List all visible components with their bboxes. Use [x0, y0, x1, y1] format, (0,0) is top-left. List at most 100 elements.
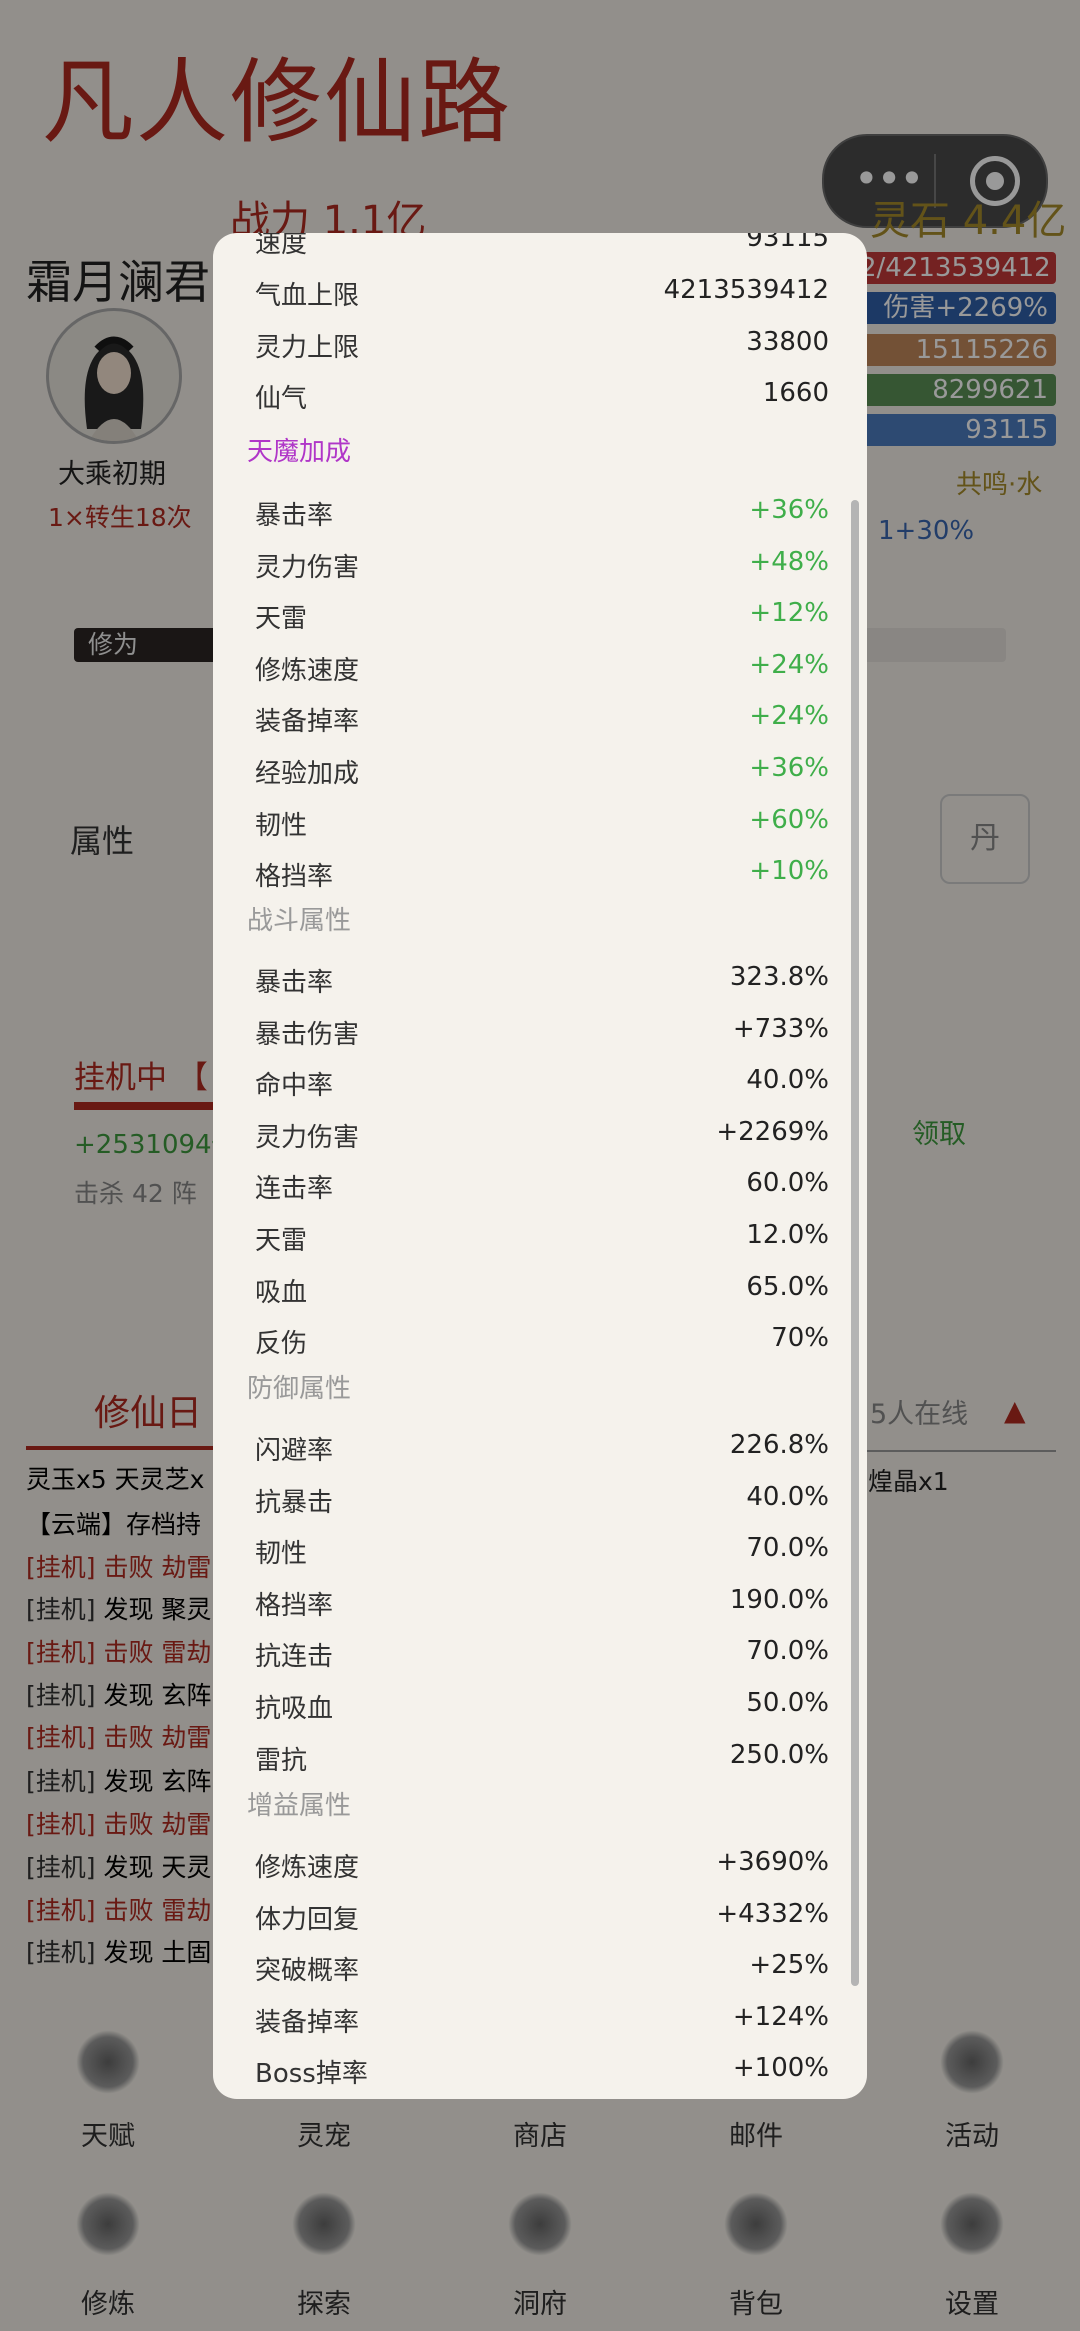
stat-name: Boss掉率	[255, 2059, 368, 2089]
stat-row: 修炼速度 +24%	[255, 640, 829, 690]
stat-value: +124%	[732, 2002, 829, 2032]
stat-name: 修炼速度	[255, 1853, 360, 1883]
stat-name: 灵力伤害	[255, 553, 360, 583]
stat-value: +4332%	[716, 1899, 829, 1929]
stat-name: 气血上限	[255, 281, 360, 311]
stat-name: 命中率	[255, 1071, 334, 1101]
stat-name: 抗吸血	[255, 1694, 334, 1724]
stat-row: 格挡率 190.0%	[255, 1575, 829, 1625]
stat-name: 反伤	[255, 1329, 308, 1359]
stat-row: 闪避率 226.8%	[255, 1420, 829, 1470]
attribute-detail-modal: 速度 93115 气血上限 4213539412 灵力上限 33800 仙气 1…	[213, 233, 867, 2099]
stat-value: +3690%	[716, 1847, 829, 1877]
stat-row: 格挡率 +10%	[255, 846, 829, 896]
stat-name: 抗暴击	[255, 1488, 334, 1518]
stat-value: 40.0%	[746, 1065, 829, 1095]
stat-name: 韧性	[255, 1539, 308, 1569]
stat-value: 12.0%	[746, 1220, 829, 1250]
stat-name: 韧性	[255, 811, 308, 841]
stat-value: +10%	[749, 856, 829, 886]
stat-value: 70.0%	[746, 1636, 829, 1666]
stat-name: 暴击伤害	[255, 1020, 360, 1050]
stat-row: 灵力伤害 +2269%	[255, 1107, 829, 1157]
stat-name: 吸血	[255, 1278, 308, 1308]
stat-value: 226.8%	[729, 1430, 829, 1460]
stat-row: 气血上限 4213539412	[255, 265, 829, 315]
stat-row: 命中率 40.0%	[255, 1055, 829, 1105]
stat-row: 暴击伤害 +733%	[255, 1004, 829, 1054]
stat-row: 韧性 70.0%	[255, 1523, 829, 1573]
stat-row: 灵力上限 33800	[255, 317, 829, 367]
stat-value: +24%	[749, 701, 829, 731]
stat-name: 天雷	[255, 1226, 308, 1256]
stat-name: 修炼速度	[255, 656, 360, 686]
stat-value: 65.0%	[746, 1272, 829, 1302]
stat-name: 格挡率	[255, 862, 334, 892]
stat-value: 190.0%	[729, 1585, 829, 1615]
stat-value: +100%	[732, 2053, 829, 2083]
stat-name: 雷抗	[255, 1746, 308, 1776]
stat-value: 33800	[746, 327, 829, 357]
stat-row: 反伤 70%	[255, 1313, 829, 1363]
stat-value: +25%	[749, 1950, 829, 1980]
stat-row: 突破概率 +25%	[255, 1940, 829, 1990]
stat-value: +2269%	[716, 1117, 829, 1147]
stat-row: 天雷 12.0%	[255, 1210, 829, 1260]
stat-name: 天雷	[255, 604, 308, 634]
stat-row: 暴击率 +36%	[255, 485, 829, 535]
section-title: 战斗属性	[247, 906, 352, 936]
stat-name: 抗连击	[255, 1642, 334, 1672]
stat-name: 暴击率	[255, 968, 334, 998]
stat-row: 暴击率 323.8%	[255, 952, 829, 1002]
stat-name: 装备掉率	[255, 2008, 360, 2038]
stat-value: +24%	[749, 650, 829, 680]
stat-value: 323.8%	[729, 962, 829, 992]
stat-value: +60%	[749, 805, 829, 835]
stat-name: 闪避率	[255, 1436, 334, 1466]
stat-name: 突破概率	[255, 1956, 360, 1986]
stat-name: 灵力上限	[255, 333, 360, 363]
stat-name: 经验加成	[255, 759, 360, 789]
stat-row-speed: 速度 93115	[255, 233, 829, 263]
stat-value: 1660	[762, 378, 829, 408]
stat-value: 250.0%	[729, 1740, 829, 1770]
stat-row: 仙气 1660	[255, 368, 829, 418]
stat-row: 抗吸血 50.0%	[255, 1678, 829, 1728]
stat-value: 4213539412	[663, 275, 829, 305]
stat-value: 50.0%	[746, 1688, 829, 1718]
stat-row: 韧性 +60%	[255, 795, 829, 845]
stat-row: 修炼速度 +3690%	[255, 1837, 829, 1887]
stat-name: 连击率	[255, 1174, 334, 1204]
stat-value: 93115	[746, 233, 829, 253]
stat-name: 速度	[255, 233, 308, 259]
stat-row: 抗暴击 40.0%	[255, 1472, 829, 1522]
stat-row: 装备掉率 +24%	[255, 691, 829, 741]
stat-value: +48%	[749, 547, 829, 577]
stat-value: 70.0%	[746, 1533, 829, 1563]
stat-name: 体力回复	[255, 1905, 360, 1935]
stat-row: 雷抗 250.0%	[255, 1730, 829, 1780]
stat-value: +36%	[749, 495, 829, 525]
stat-row: 天雷 +12%	[255, 588, 829, 638]
stat-row: 抗连击 70.0%	[255, 1626, 829, 1676]
stat-row: 灵力伤害 +48%	[255, 537, 829, 587]
stat-row: 连击率 60.0%	[255, 1158, 829, 1208]
stat-name: 暴击率	[255, 501, 334, 531]
stat-value: +36%	[749, 753, 829, 783]
stat-row: Boss掉率 +100%	[255, 2043, 829, 2093]
stat-value: 40.0%	[746, 1482, 829, 1512]
section-title: 增益属性	[247, 1791, 352, 1821]
section-title: 防御属性	[247, 1374, 352, 1404]
stat-value: +12%	[749, 598, 829, 628]
stat-value: 60.0%	[746, 1168, 829, 1198]
modal-scrollbar[interactable]	[851, 500, 859, 1986]
stat-name: 装备掉率	[255, 707, 360, 737]
section-title: 天魔加成	[247, 437, 352, 467]
stat-row: 经验加成 +36%	[255, 743, 829, 793]
stat-row: 体力回复 +4332%	[255, 1889, 829, 1939]
stat-name: 格挡率	[255, 1591, 334, 1621]
stat-name: 仙气	[255, 384, 308, 414]
stat-row: 吸血 65.0%	[255, 1262, 829, 1312]
stat-value: +733%	[732, 1014, 829, 1044]
stat-name: 灵力伤害	[255, 1123, 360, 1153]
